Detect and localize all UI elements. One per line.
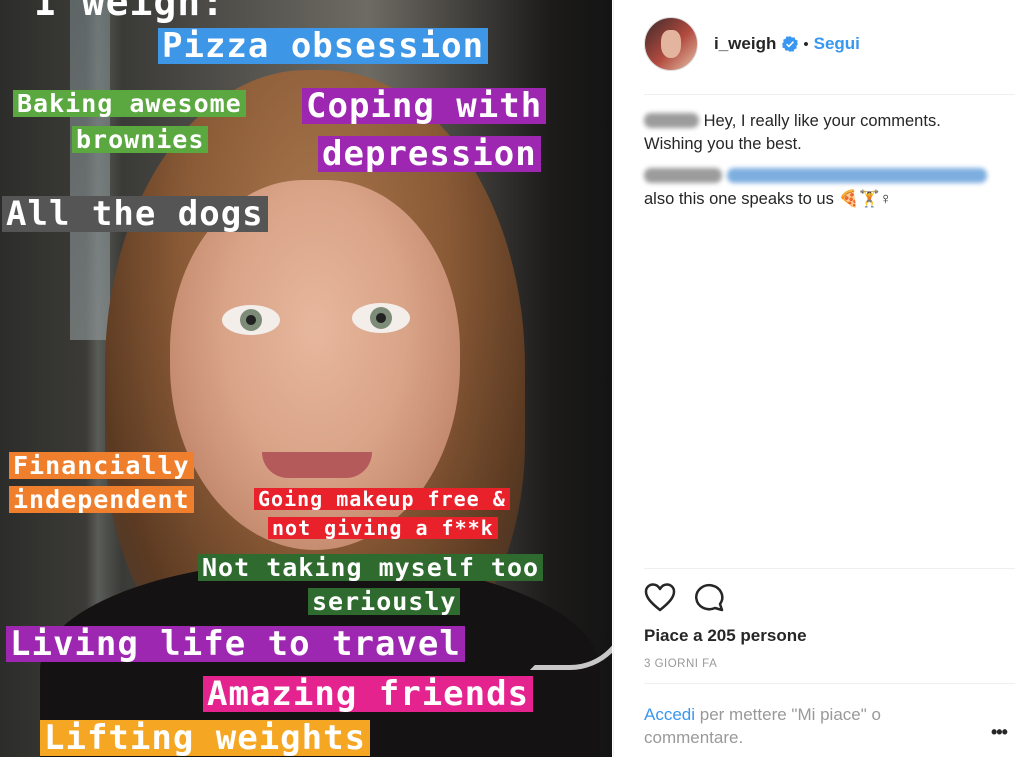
tag-coping-1: Coping with: [302, 88, 547, 124]
post-side-panel: i_weigh • Segui Hey, I really like your …: [613, 0, 1024, 757]
login-prompt: Accedi per mettere "Mi piace" o commenta…: [644, 703, 944, 749]
photo-cable: [530, 570, 612, 670]
tag-makeup-1: Going makeup free &: [254, 488, 510, 510]
action-bar: [644, 582, 724, 612]
comment-item: also this one speaks to us 🍕🏋♀: [644, 165, 994, 211]
photo-left-eye: [222, 305, 280, 335]
tag-coping-2: depression: [318, 136, 541, 172]
tag-lifting: Lifting weights: [40, 720, 371, 756]
follow-button[interactable]: Segui: [814, 34, 860, 54]
comment-icon[interactable]: [694, 582, 724, 612]
actions-divider: [644, 568, 1015, 569]
background-window: [70, 0, 110, 340]
header-divider: [644, 94, 1015, 95]
tag-financially: Financially: [9, 452, 194, 479]
more-options-button[interactable]: •••: [991, 722, 1008, 743]
photo-mouth: [262, 452, 372, 478]
comment-item: Hey, I really like your comments. Wishin…: [644, 110, 994, 156]
tag-friends: Amazing friends: [203, 676, 534, 712]
photo-right-eye: [352, 303, 410, 333]
post-photo[interactable]: I weigh: Pizza obsession Baking awesome …: [0, 0, 612, 757]
username-link[interactable]: i_weigh: [714, 34, 776, 54]
tag-independent: independent: [9, 486, 194, 513]
comments-list: Hey, I really like your comments. Wishin…: [644, 110, 994, 211]
tag-i-weigh: I weigh:: [34, 0, 226, 24]
footer-divider: [644, 683, 1015, 684]
tag-pizza: Pizza obsession: [158, 28, 489, 64]
tag-dogs: All the dogs: [2, 196, 268, 232]
likes-count[interactable]: Piace a 205 persone: [644, 626, 807, 646]
separator-dot: •: [803, 35, 809, 53]
tag-baking-2: brownies: [72, 126, 209, 153]
login-link[interactable]: Accedi: [644, 705, 695, 724]
tag-travel: Living life to travel: [6, 626, 465, 662]
post-timestamp[interactable]: 3 GIORNI FA: [644, 658, 717, 670]
tag-makeup-2: not giving a f**k: [268, 517, 498, 539]
post-header: i_weigh • Segui: [644, 17, 1024, 71]
blurred-username[interactable]: [644, 168, 722, 183]
tag-serious-1: Not taking myself too: [198, 554, 544, 581]
verified-badge-icon: [782, 36, 799, 52]
comment-text: also this one speaks to us 🍕🏋♀: [644, 190, 892, 208]
blurred-username[interactable]: [644, 113, 699, 128]
tag-serious-2: seriously: [308, 588, 461, 615]
heart-icon[interactable]: [644, 582, 676, 612]
avatar[interactable]: [644, 17, 698, 71]
blurred-mentions[interactable]: [726, 168, 987, 183]
tag-baking-1: Baking awesome: [13, 90, 246, 117]
